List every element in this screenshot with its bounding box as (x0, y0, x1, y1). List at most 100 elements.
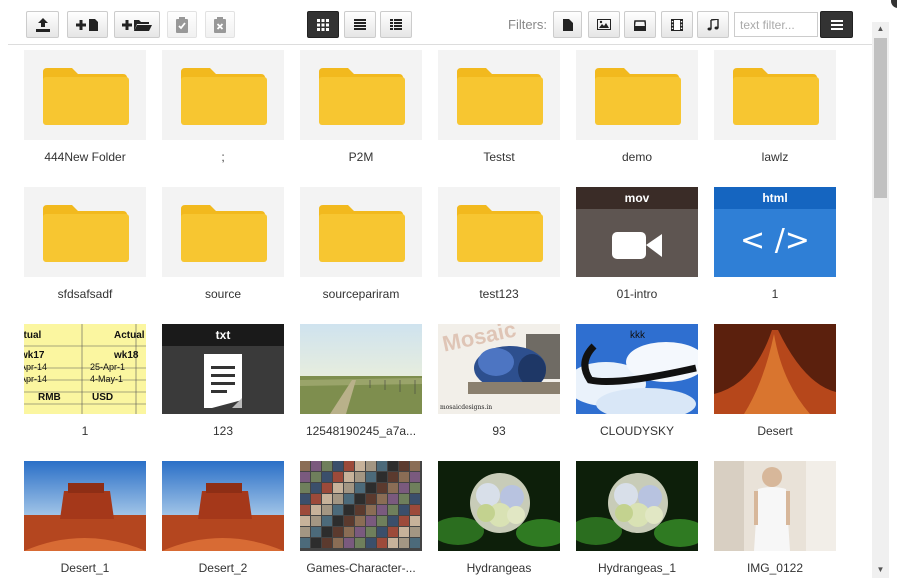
folder-thumbnail (300, 50, 422, 140)
new-file-button[interactable] (67, 11, 108, 38)
folder-item[interactable]: P2M (300, 50, 422, 174)
clear-selection-button[interactable] (205, 11, 235, 38)
select-all-button[interactable] (167, 11, 197, 38)
folder-item[interactable]: source (162, 187, 284, 311)
grid-view-button[interactable] (307, 11, 339, 38)
folder-item[interactable]: test123 (438, 187, 560, 311)
file-item[interactable]: Hydrangeas (438, 461, 560, 585)
spreadsheet-cell: USD (92, 392, 114, 403)
folder-icon (300, 187, 422, 277)
file-thumbnail (438, 461, 560, 551)
file-thumbnail (24, 461, 146, 551)
file-thumbnail (162, 461, 284, 551)
file-name-label: sourcepariram (322, 287, 400, 301)
folder-icon (438, 50, 560, 140)
folder-icon (300, 50, 422, 140)
folder-item[interactable]: ; (162, 50, 284, 174)
clipboard-x-icon (214, 16, 226, 33)
music-icon (707, 18, 719, 30)
file-thumbnail (300, 324, 422, 414)
folder-item[interactable]: sfdsafsadf (24, 187, 146, 311)
filter-images-button[interactable] (588, 11, 620, 38)
spreadsheet-cell: wk18 (114, 350, 139, 361)
filters-label: Filters: (508, 17, 547, 32)
file-item[interactable]: Desert_1 (24, 461, 146, 585)
text-filter-input[interactable] (734, 12, 818, 37)
folder-item[interactable]: Testst (438, 50, 560, 174)
add-file-icon (75, 18, 98, 31)
file-name-label: Hydrangeas_1 (597, 561, 677, 575)
archive-icon (634, 19, 646, 31)
file-item[interactable]: Hydrangeas_1 (576, 461, 698, 585)
table-icon (390, 19, 402, 30)
folder-icon (162, 50, 284, 140)
file-icon (562, 18, 573, 31)
file-item[interactable]: txt 123 (162, 324, 284, 448)
file-item[interactable]: IMG_0122 (714, 461, 836, 585)
detail-view-button[interactable] (380, 11, 412, 38)
folder-thumbnail (300, 187, 422, 277)
folder-icon (162, 187, 284, 277)
file-name-label: 01-intro (616, 287, 658, 301)
toolbar: Filters: (8, 0, 889, 45)
file-thumbnail: kkk (576, 324, 698, 414)
file-name-label: IMG_0122 (746, 561, 804, 575)
file-name-label: sfdsafsadf (57, 287, 113, 301)
file-item[interactable]: mov 01-intro (576, 187, 698, 311)
file-type-badge: mov (624, 191, 650, 205)
document-icon (204, 354, 242, 408)
folder-item[interactable]: lawlz (714, 50, 836, 174)
upload-button[interactable] (26, 11, 59, 38)
folder-item[interactable]: 444New Folder (24, 50, 146, 174)
filter-music-button[interactable] (697, 11, 729, 38)
file-thumbnail (714, 461, 836, 551)
file-item[interactable]: 12548190245_a7a... (300, 324, 422, 448)
list-icon (354, 19, 366, 30)
spreadsheet-cell: RMB (38, 392, 61, 403)
code-icon: < /> (740, 223, 810, 258)
video-icon (671, 18, 683, 31)
filter-archives-button[interactable] (624, 11, 656, 38)
file-item[interactable]: Desert_2 (162, 461, 284, 585)
file-name-label: CLOUDYSKY (599, 424, 675, 438)
file-item[interactable]: kkk CLOUDYSKY (576, 324, 698, 448)
image-caption: mosaicdesigns.in (440, 404, 493, 411)
file-thumbnail: txt (162, 324, 284, 414)
scroll-thumb[interactable] (874, 38, 887, 198)
file-name-label: 123 (212, 424, 234, 438)
file-name-label: 1 (771, 287, 779, 301)
folder-icon (714, 50, 836, 140)
file-item[interactable]: Desert (714, 324, 836, 448)
file-item[interactable]: Games-Character-... (300, 461, 422, 585)
file-name-label: lawlz (761, 150, 789, 164)
filter-files-button[interactable] (553, 11, 582, 38)
folder-thumbnail (576, 50, 698, 140)
file-item[interactable]: Mosaic mosaicdesigns.in 93 (438, 324, 560, 448)
file-item[interactable]: ctual Actual wk17 wk18 Apr-14 25-Apr-1 Apr-14 4… (24, 324, 146, 448)
folder-item[interactable]: sourcepariram (300, 187, 422, 311)
scroll-down-arrow-icon[interactable]: ▼ (872, 562, 889, 578)
file-name-label: 1 (81, 424, 89, 438)
filter-videos-button[interactable] (661, 11, 693, 38)
file-thumbnail: ctual Actual wk17 wk18 Apr-14 25-Apr-1 Apr-14 4… (24, 324, 146, 414)
file-name-label: Desert (757, 424, 793, 438)
menu-button[interactable] (820, 11, 853, 38)
spreadsheet-cell: Apr-14 (24, 374, 48, 384)
vertical-scrollbar[interactable]: ▲ ▼ (872, 22, 889, 578)
add-folder-icon (122, 19, 152, 31)
spreadsheet-cell: 4-May-1 (90, 374, 124, 384)
file-name-label: demo (621, 150, 653, 164)
folder-icon (24, 50, 146, 140)
list-view-button[interactable] (344, 11, 376, 38)
folder-thumbnail (162, 50, 284, 140)
file-name-label: test123 (479, 287, 519, 301)
folder-icon (438, 187, 560, 277)
file-item[interactable]: html < /> 1 (714, 187, 836, 311)
scroll-up-arrow-icon[interactable]: ▲ (872, 22, 889, 36)
upload-icon (35, 17, 50, 32)
folder-item[interactable]: demo (576, 50, 698, 174)
close-icon[interactable] (889, 0, 897, 10)
folder-thumbnail (714, 50, 836, 140)
spreadsheet-cell: 25-Apr-1 (90, 362, 126, 372)
new-folder-button[interactable] (114, 11, 160, 38)
